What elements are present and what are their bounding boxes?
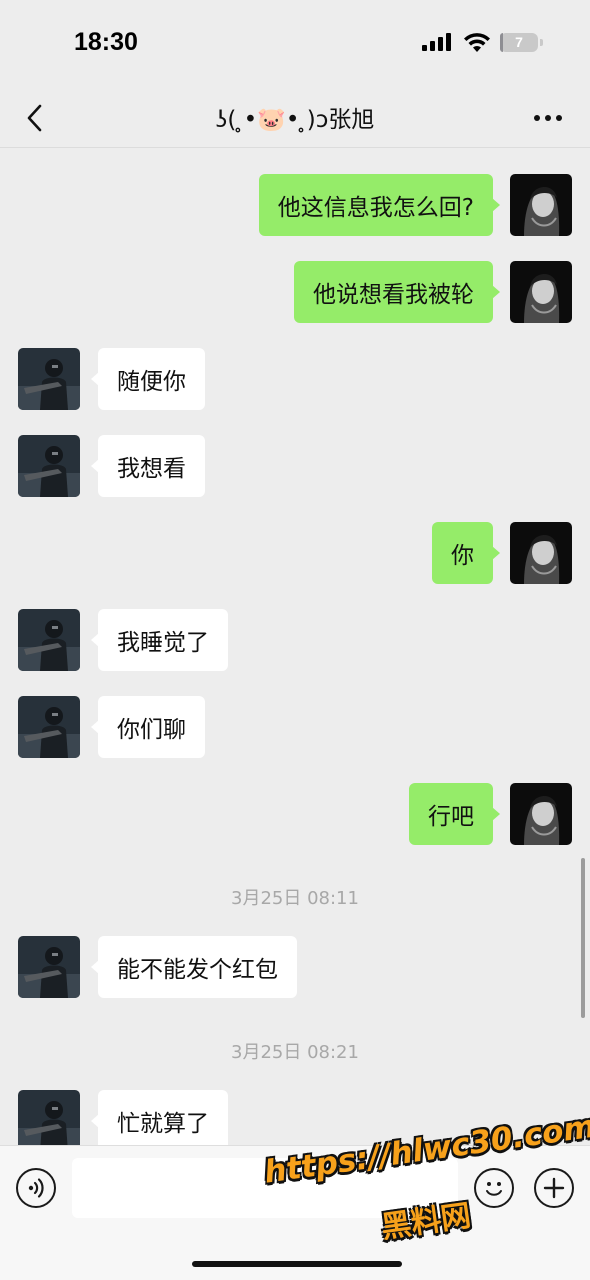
- avatar-contact[interactable]: [18, 435, 80, 497]
- avatar-self[interactable]: [510, 522, 572, 584]
- avatar-self[interactable]: [510, 783, 572, 845]
- signal-icon: [422, 33, 451, 51]
- avatar-contact[interactable]: [18, 1090, 80, 1145]
- message-bubble-sent[interactable]: 你: [432, 522, 500, 584]
- message-timestamp: 3月25日 08:21: [231, 1042, 359, 1063]
- back-button[interactable]: [14, 96, 54, 140]
- avatar-contact[interactable]: [18, 609, 80, 671]
- message-bubble-sent[interactable]: 他这信息我怎么回?: [258, 174, 501, 236]
- battery-cap: [540, 39, 543, 46]
- message-bubble-received[interactable]: 能不能发个红包: [91, 936, 297, 998]
- scrollbar[interactable]: [581, 858, 585, 1018]
- plus-button[interactable]: [534, 1168, 574, 1208]
- message-timestamp: 3月25日 08:11: [231, 888, 359, 909]
- chat-header: ʖ( ̥•🐷• ̥)ɔ张旭: [0, 88, 590, 148]
- message-bubble-received[interactable]: 随便你: [91, 348, 205, 410]
- emoji-icon: [486, 1182, 502, 1196]
- message-bubble-received[interactable]: 忙就算了: [91, 1090, 228, 1145]
- voice-button[interactable]: [16, 1168, 56, 1208]
- status-time: 18:30: [74, 28, 138, 56]
- avatar-contact[interactable]: [18, 348, 80, 410]
- message-bubble-received[interactable]: 我想看: [91, 435, 205, 497]
- avatar-self[interactable]: [510, 261, 572, 323]
- plus-icon: [543, 1177, 565, 1199]
- battery-indicator: 7: [500, 33, 538, 52]
- voice-icon: [28, 1178, 44, 1198]
- message-list[interactable]: 他这信息我怎么回? 他说想看我被轮 随便你 我想看 你 我睡觉了 你们聊 行吧 …: [0, 149, 590, 1145]
- message-bubble-received[interactable]: 你们聊: [91, 696, 205, 758]
- chevron-left-icon: [27, 104, 42, 132]
- battery-level: 7: [515, 34, 523, 50]
- more-dots-icon: [534, 115, 562, 121]
- avatar-contact[interactable]: [18, 696, 80, 758]
- status-bar: 18:30 7: [0, 0, 590, 88]
- chat-title: ʖ( ̥•🐷• ̥)ɔ张旭: [215, 107, 375, 133]
- wifi-icon: [464, 33, 490, 52]
- more-button[interactable]: [526, 96, 570, 140]
- message-bubble-received[interactable]: 我睡觉了: [91, 609, 228, 671]
- home-indicator: [192, 1261, 402, 1267]
- emoji-button[interactable]: [474, 1168, 514, 1208]
- avatar-self[interactable]: [510, 174, 572, 236]
- message-bubble-sent[interactable]: 行吧: [409, 783, 500, 845]
- message-bubble-sent[interactable]: 他说想看我被轮: [294, 261, 500, 323]
- avatar-contact[interactable]: [18, 936, 80, 998]
